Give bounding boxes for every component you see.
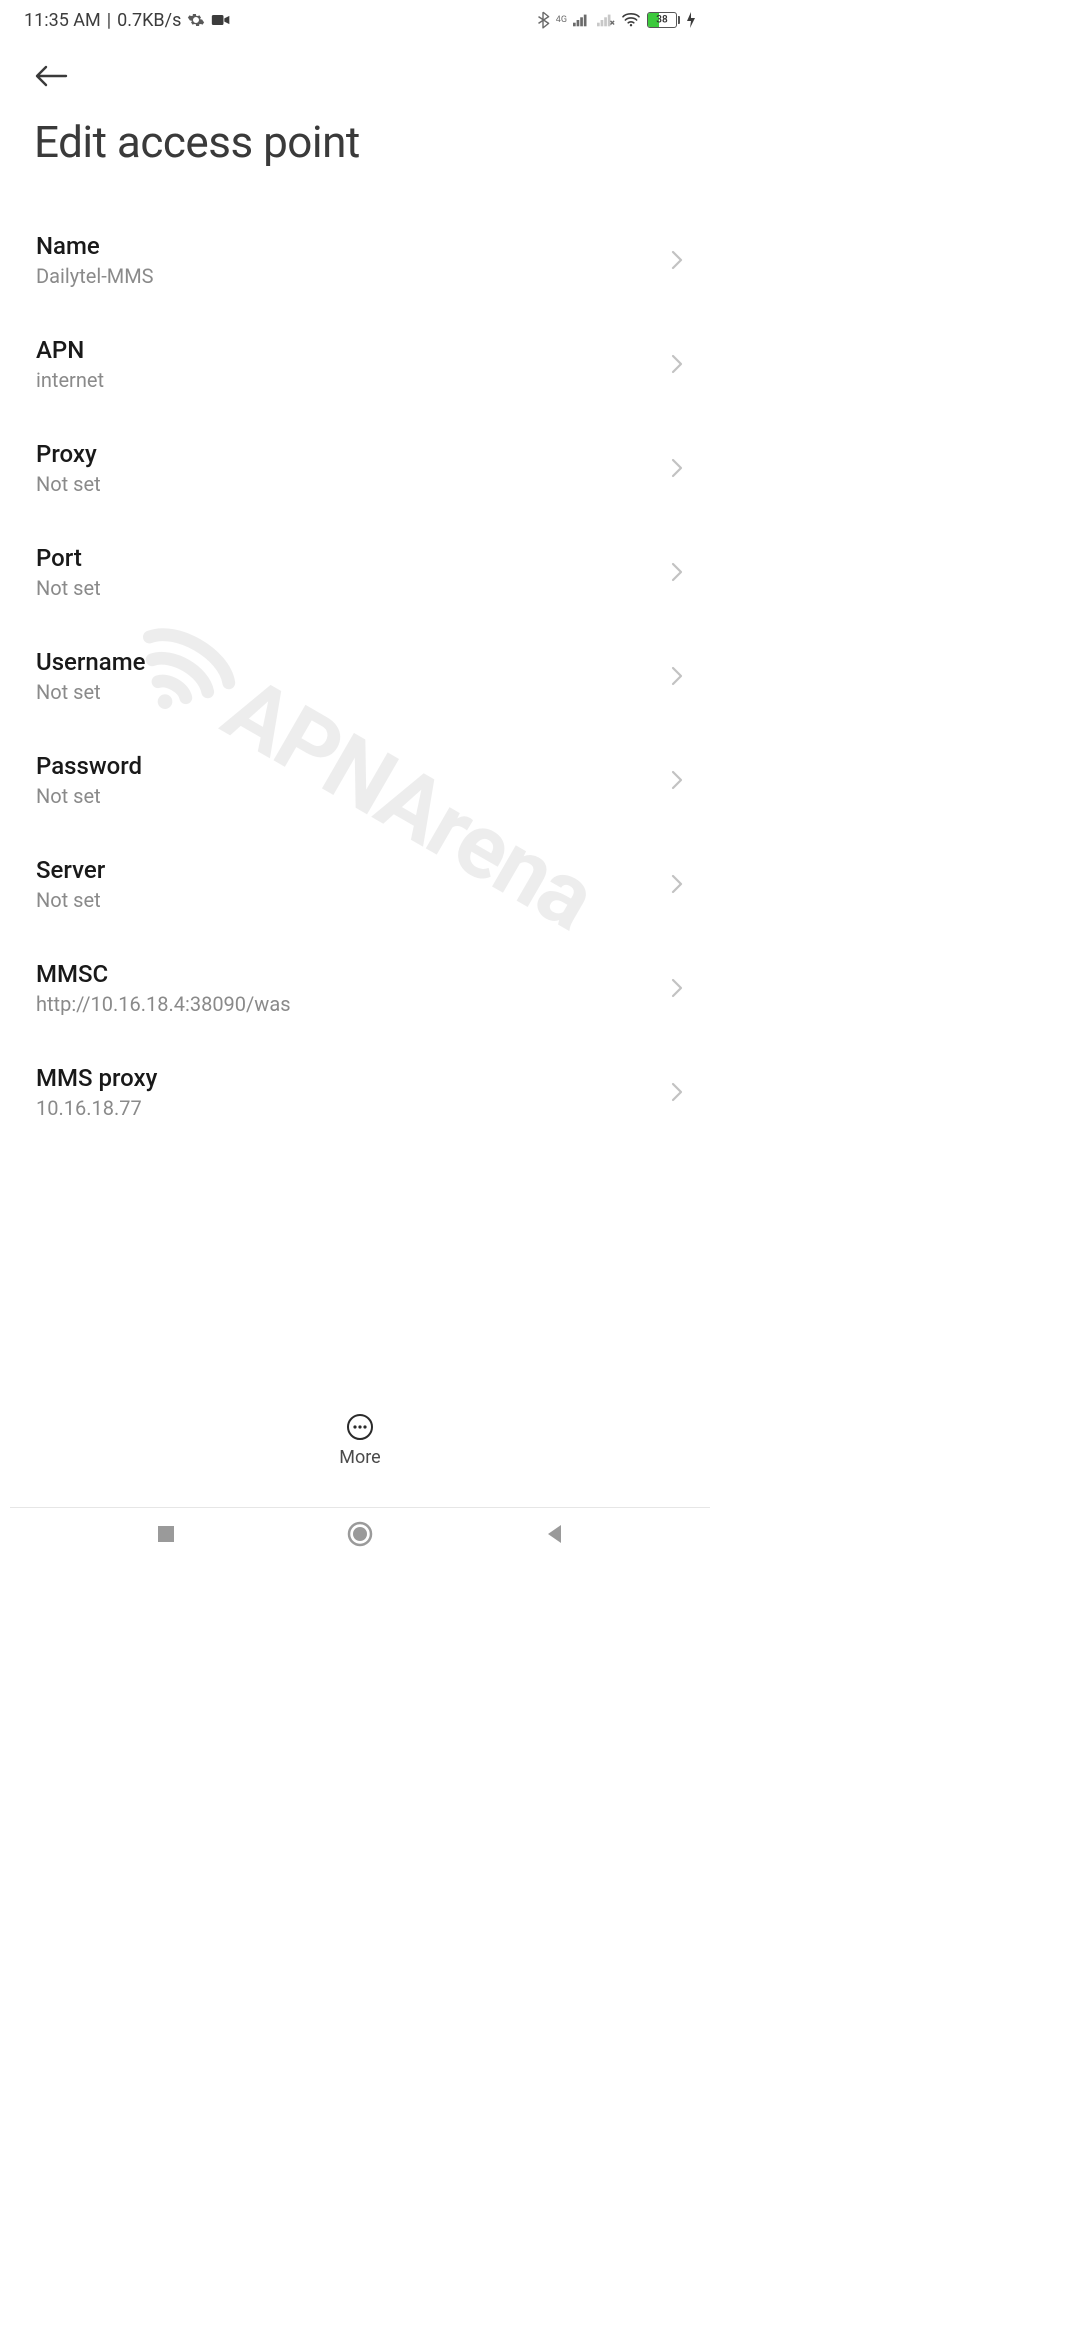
chevron-right-icon [670, 769, 684, 791]
status-bar: 11:35 AM | 0.7KB/s 4G [0, 0, 720, 40]
row-apn[interactable]: APN internet [0, 312, 720, 416]
row-password[interactable]: Password Not set [0, 728, 720, 832]
row-proxy[interactable]: Proxy Not set [0, 416, 720, 520]
wifi-icon [621, 12, 641, 28]
chevron-right-icon [670, 561, 684, 583]
gear-icon [187, 11, 205, 29]
circle-icon [347, 1521, 373, 1547]
chevron-right-icon [670, 353, 684, 375]
row-value: http://10.16.18.4:38090/was [36, 992, 291, 1016]
chevron-right-icon [670, 1081, 684, 1103]
settings-list: Name Dailytel-MMS APN internet Proxy Not… [0, 168, 720, 1144]
signal-2-icon [597, 13, 615, 27]
system-navbar [0, 1508, 720, 1560]
chevron-right-icon [670, 249, 684, 271]
row-label: Password [36, 752, 142, 780]
row-label: MMSC [36, 960, 291, 988]
nav-recent-button[interactable] [156, 1524, 176, 1544]
nav-back-button[interactable] [544, 1523, 564, 1545]
chevron-right-icon [670, 457, 684, 479]
chevron-right-icon [670, 977, 684, 999]
row-label: Server [36, 856, 105, 884]
row-label: Name [36, 232, 154, 260]
status-time: 11:35 AM [24, 10, 101, 31]
square-icon [156, 1524, 176, 1544]
row-username[interactable]: Username Not set [0, 624, 720, 728]
row-label: Username [36, 648, 145, 676]
row-value: 10.16.18.77 [36, 1096, 157, 1120]
chevron-right-icon [670, 873, 684, 895]
arrow-left-icon [34, 64, 68, 88]
bottom-toolbar: More [0, 1380, 720, 1500]
row-value: Not set [36, 888, 105, 912]
chevron-right-icon [670, 665, 684, 687]
network-4g-label: 4G [556, 16, 567, 24]
row-value: Not set [36, 680, 145, 704]
row-value: Dailytel-MMS [36, 264, 154, 288]
bluetooth-icon [536, 11, 550, 29]
camera-icon [211, 13, 231, 27]
more-button[interactable]: More [339, 1413, 380, 1468]
row-value: Not set [36, 784, 142, 808]
row-mms-proxy[interactable]: MMS proxy 10.16.18.77 [0, 1040, 720, 1144]
row-label: Proxy [36, 440, 101, 468]
more-label: More [339, 1447, 380, 1468]
row-name[interactable]: Name Dailytel-MMS [0, 208, 720, 312]
row-label: Port [36, 544, 101, 572]
signal-1-icon [573, 13, 591, 27]
nav-home-button[interactable] [347, 1521, 373, 1547]
status-divider: | [107, 10, 111, 31]
row-server[interactable]: Server Not set [0, 832, 720, 936]
status-speed: 0.7KB/s [117, 10, 181, 31]
row-value: internet [36, 368, 104, 392]
row-label: APN [36, 336, 104, 364]
more-circle-icon [346, 1413, 374, 1441]
row-port[interactable]: Port Not set [0, 520, 720, 624]
row-value: Not set [36, 472, 101, 496]
back-button[interactable] [34, 58, 68, 98]
triangle-left-icon [544, 1523, 564, 1545]
charging-icon [686, 12, 696, 28]
battery-indicator: 38 [647, 12, 680, 28]
battery-percent: 38 [656, 15, 667, 26]
row-mmsc[interactable]: MMSC http://10.16.18.4:38090/was [0, 936, 720, 1040]
row-value: Not set [36, 576, 101, 600]
page-title: Edit access point [34, 116, 686, 168]
row-label: MMS proxy [36, 1064, 157, 1092]
